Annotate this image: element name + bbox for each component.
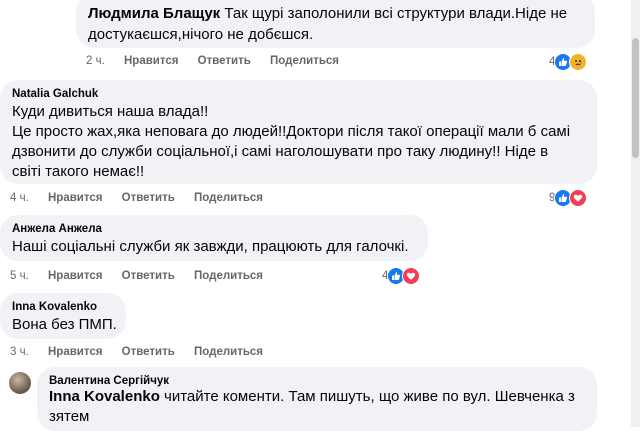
comment-author[interactable]: Inna Kovalenko	[12, 301, 97, 313]
comment-text-line: достукаєшся,нічого не добєшся.	[88, 26, 314, 43]
share-button[interactable]: Поделиться	[194, 270, 263, 282]
love-icon	[402, 267, 421, 285]
comment-author[interactable]: Natalia Galchuk	[12, 88, 98, 100]
comment-text-line: дзвонити до служби соціальної,і самі наг…	[12, 143, 549, 160]
reaction-summary[interactable]: 4	[549, 52, 588, 72]
scrollbar[interactable]	[631, 0, 640, 427]
comment-actions: 5 ч. Нравится Ответить Поделиться	[10, 270, 279, 282]
comment-text: Вона без ПМП.	[12, 316, 117, 333]
comment-actions: 4 ч. Нравится Ответить Поделиться	[10, 192, 279, 204]
reply-button[interactable]: Ответить	[122, 346, 175, 358]
like-button[interactable]: Нравится	[48, 270, 102, 282]
like-button[interactable]: Нравится	[48, 192, 102, 204]
reaction-summary[interactable]: 4	[382, 266, 421, 286]
comment-author[interactable]: Людмила Блащук	[88, 5, 220, 22]
comment-actions: 2 ч. Нравится Ответить Поделиться	[86, 55, 355, 67]
comment-bubble: Inna Kovalenko Вона без ПМП.	[0, 293, 126, 339]
comment-time[interactable]: 4 ч.	[10, 192, 29, 204]
comment-bubble: Людмила Блащук Так щурі заполонили всі с…	[76, 0, 595, 48]
love-icon	[569, 189, 588, 207]
like-button[interactable]: Нравится	[124, 55, 178, 67]
comment-time[interactable]: 5 ч.	[10, 270, 29, 282]
reaction-summary[interactable]: 9	[549, 188, 588, 208]
share-button[interactable]: Поделиться	[194, 346, 263, 358]
share-button[interactable]: Поделиться	[194, 192, 263, 204]
reply-button[interactable]: Ответить	[122, 192, 175, 204]
reply-button[interactable]: Ответить	[198, 55, 251, 67]
reply-bubble: Валентина Сергійчук Inna Kovalenko читай…	[37, 367, 597, 431]
comment-text: Наші соціальні служби як завжди, працюют…	[12, 238, 409, 255]
comment-text-line: Куди дивиться наша влада!!	[12, 103, 209, 120]
reply-text-line: зятем	[49, 408, 90, 425]
comment-text: Людмила Блащук Так щурі заполонили всі с…	[88, 5, 568, 22]
comment-author[interactable]: Анжела Анжела	[12, 223, 102, 235]
reply-author[interactable]: Валентина Сергійчук	[49, 375, 169, 387]
like-button[interactable]: Нравится	[48, 346, 102, 358]
comment-bubble: Natalia Galchuk Куди дивиться наша влада…	[0, 80, 597, 184]
scrollbar-thumb[interactable]	[632, 38, 639, 158]
comment-text-line: світі такого немає!!	[12, 163, 145, 180]
comment-time[interactable]: 3 ч.	[10, 346, 29, 358]
comment-text-line: Це просто жах,яка неповага до людей!!Док…	[12, 123, 571, 140]
comment-bubble: Анжела Анжела Наші соціальні служби як з…	[0, 215, 428, 261]
share-button[interactable]: Поделиться	[270, 55, 339, 67]
avatar[interactable]	[9, 372, 31, 394]
reply-text: Inna Kovalenko читайте коменти. Там пишу…	[49, 388, 575, 405]
mention-link[interactable]: Inna Kovalenko	[49, 388, 160, 405]
comment-time[interactable]: 2 ч.	[86, 55, 105, 67]
sad-icon	[569, 53, 588, 71]
comment-actions: 3 ч. Нравится Ответить Поделиться	[10, 346, 279, 358]
reply-button[interactable]: Ответить	[122, 270, 175, 282]
